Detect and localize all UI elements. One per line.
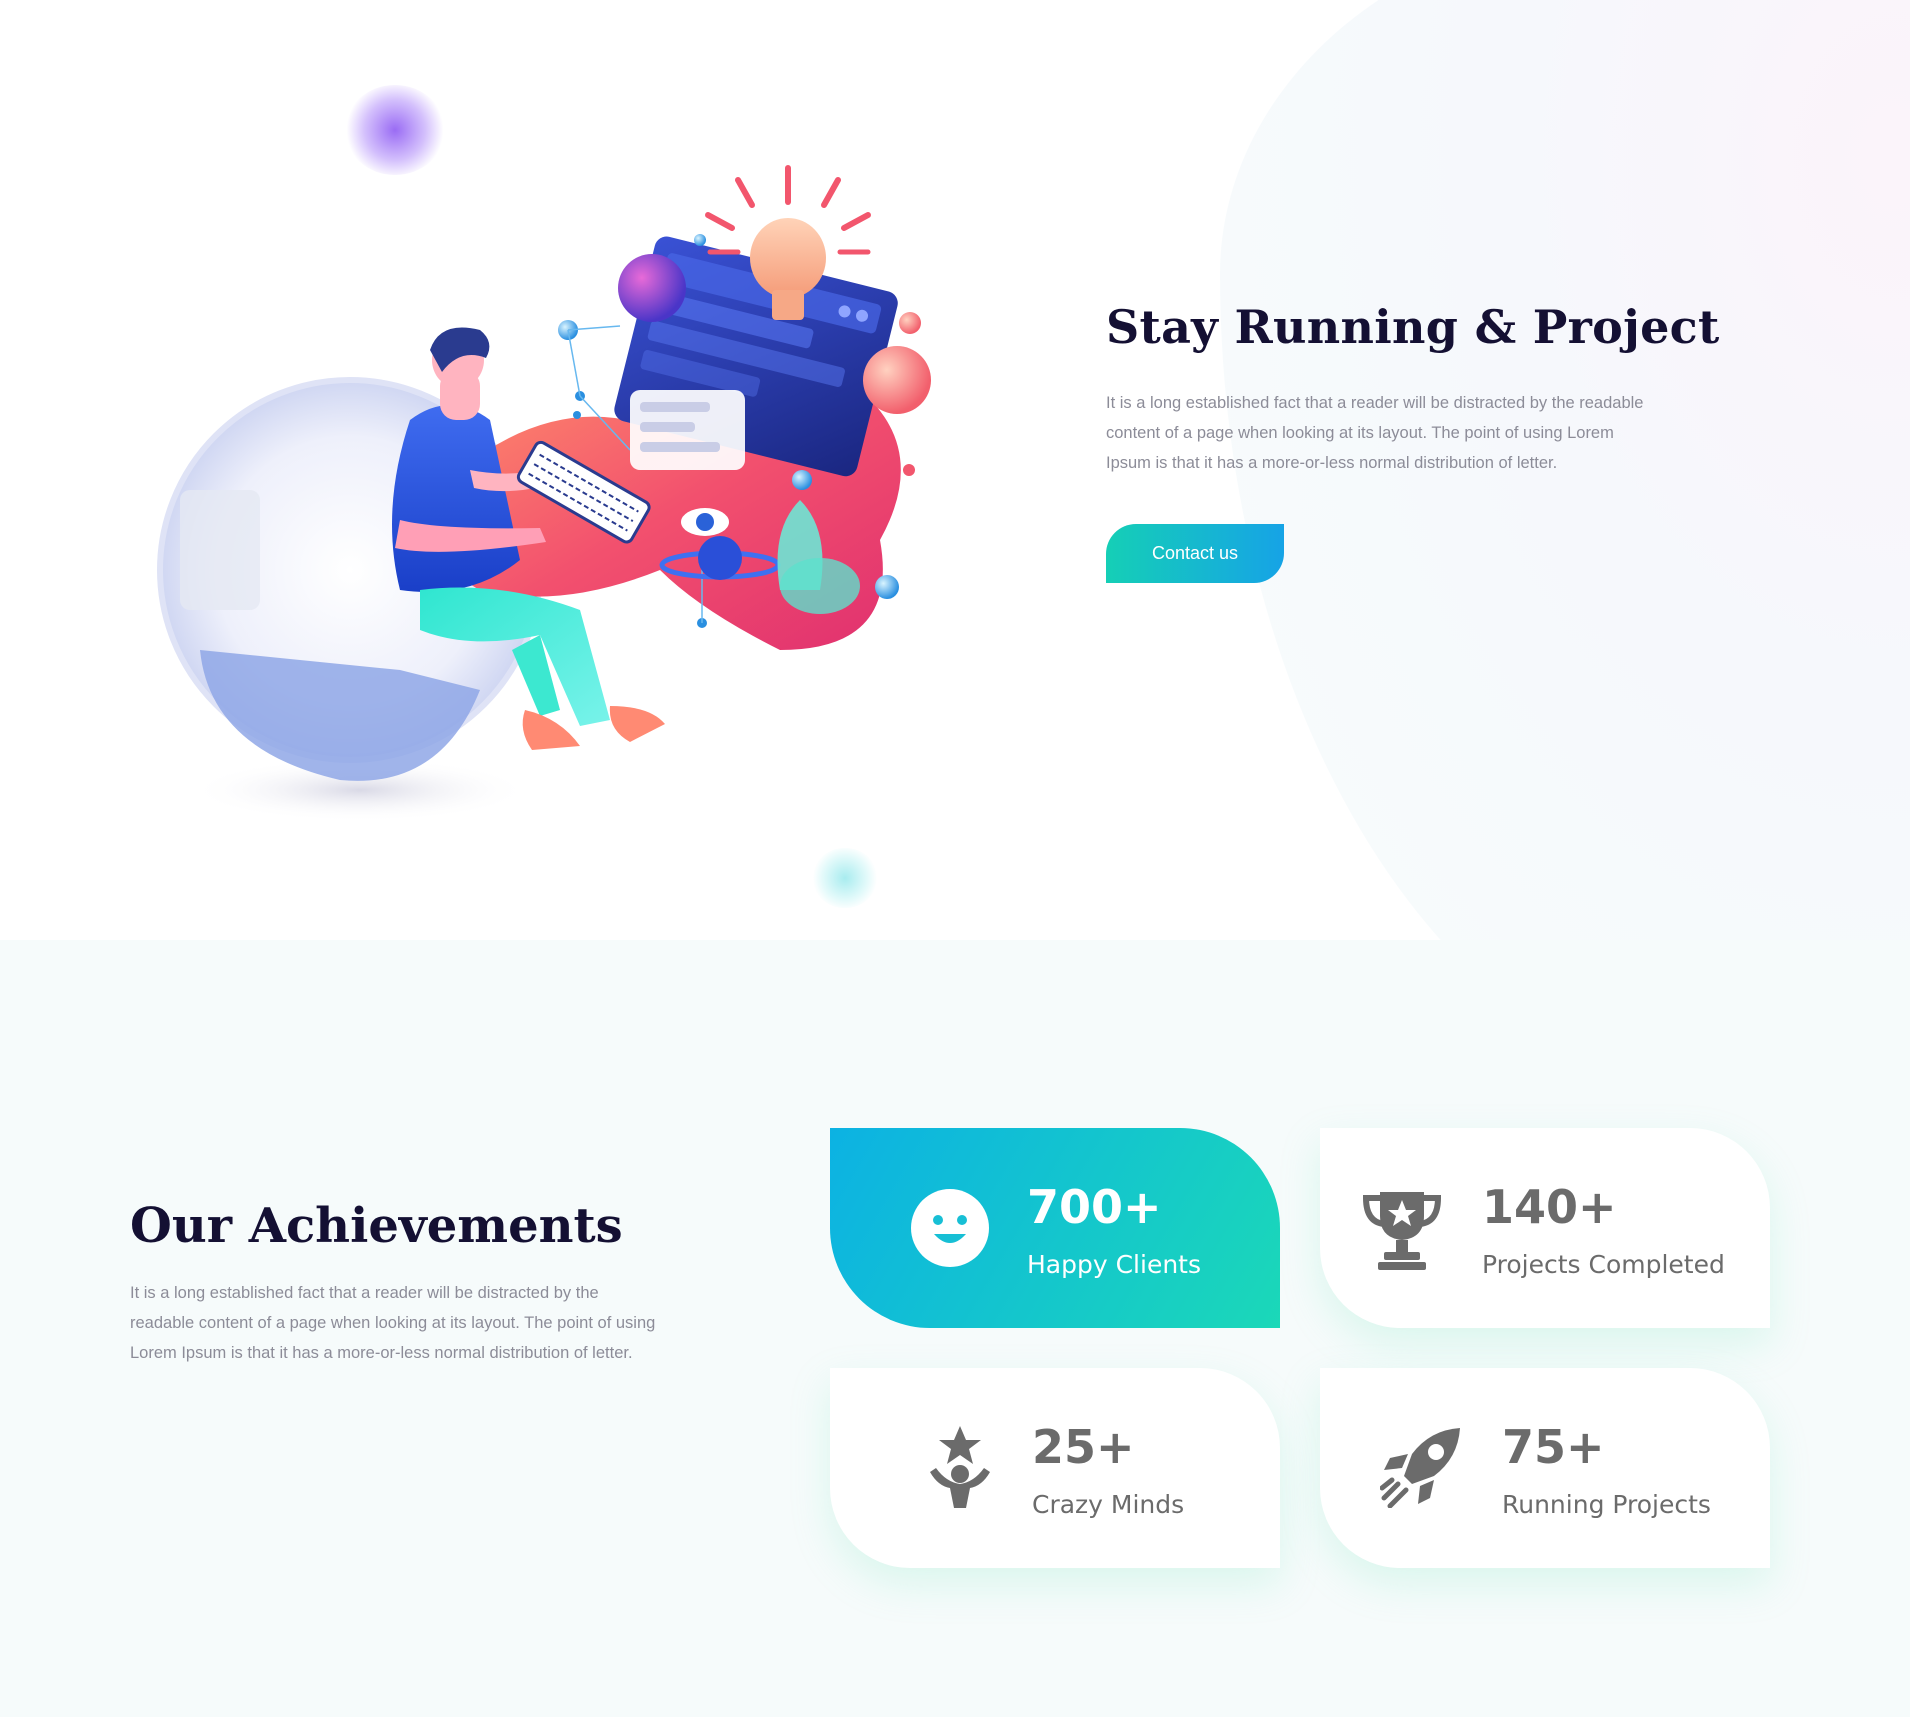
achievements-title: Our Achievements (130, 1198, 623, 1254)
stat-value: 700+ (1027, 1180, 1162, 1234)
achievements-description: It is a long established fact that a rea… (130, 1284, 656, 1362)
person-star-icon (930, 1426, 990, 1508)
cyan-glow-decoration (812, 848, 878, 908)
stat-value: 140+ (1482, 1180, 1617, 1234)
contact-us-button[interactable]: Contact us (1106, 524, 1284, 583)
rocket-icon (1380, 1428, 1460, 1508)
hero-description: It is a long established fact that a rea… (1106, 394, 1644, 472)
hero-illustration (157, 165, 931, 822)
smiley-icon (911, 1189, 989, 1267)
stat-label: Happy Clients (1027, 1250, 1201, 1279)
hero-text-block: Stay Running & Project It is a long esta… (1106, 300, 1720, 583)
trophy-icon (1362, 1192, 1442, 1270)
stat-card-happy-clients[interactable]: 700+ Happy Clients (830, 1128, 1280, 1328)
stat-card-running-projects[interactable]: 75+ Running Projects (1320, 1368, 1770, 1568)
hero-title: Stay Running & Project (1106, 300, 1720, 354)
stat-card-projects-completed[interactable]: 140+ Projects Completed (1320, 1128, 1770, 1328)
stat-value: 75+ (1502, 1420, 1605, 1474)
stat-value: 25+ (1032, 1420, 1135, 1474)
stat-label: Projects Completed (1482, 1250, 1725, 1279)
stat-card-crazy-minds[interactable]: 25+ Crazy Minds (830, 1368, 1280, 1568)
stat-label: Running Projects (1502, 1490, 1711, 1519)
hero-section: Stay Running & Project It is a long esta… (0, 0, 1910, 940)
stat-label: Crazy Minds (1032, 1490, 1185, 1519)
achievements-section: Our Achievements It is a long establishe… (0, 940, 1910, 1717)
